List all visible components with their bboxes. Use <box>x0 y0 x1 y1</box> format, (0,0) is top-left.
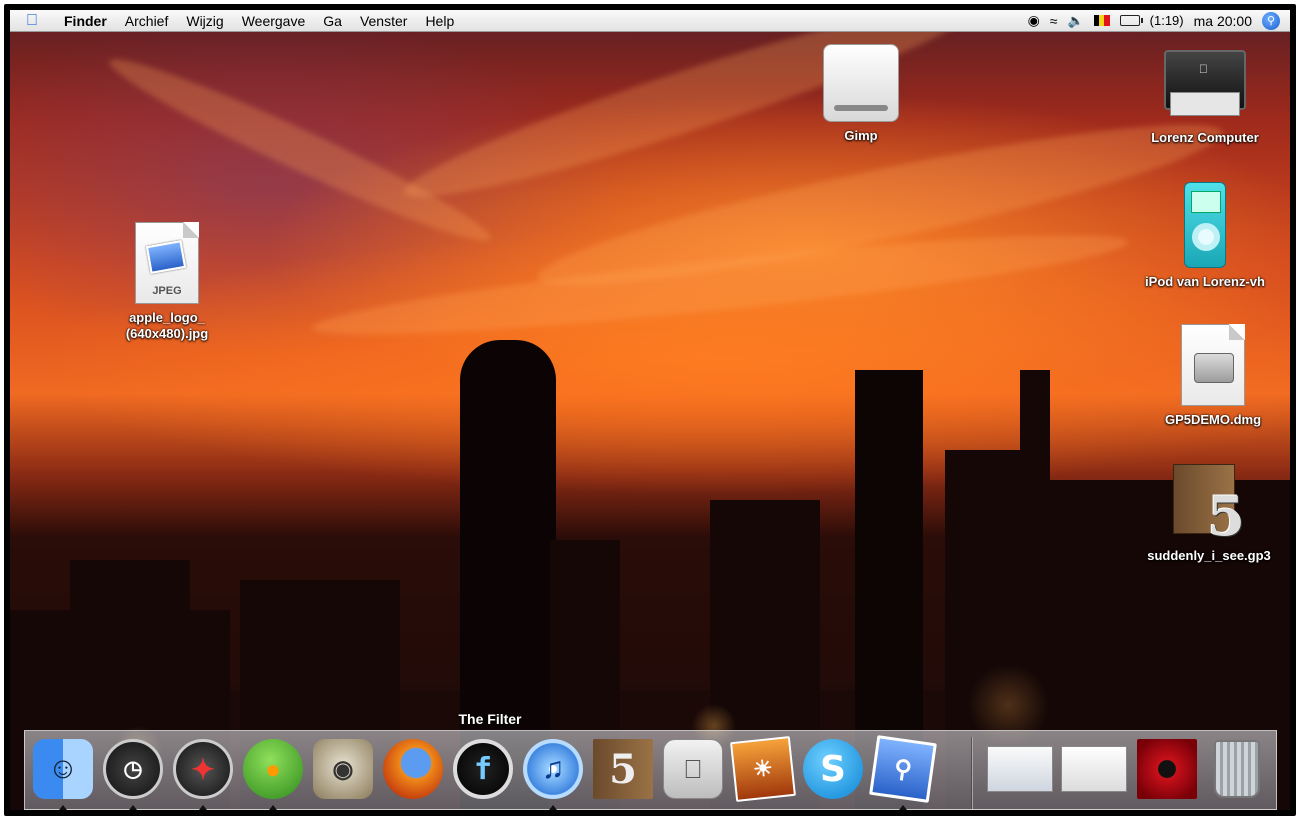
menu-bar:  Finder Archief Wijzig Weergave Ga Vens… <box>10 10 1290 32</box>
dock-item-itunes[interactable]: ♫ <box>521 737 585 810</box>
guitar-pro-icon: 5 <box>593 739 653 799</box>
desktop-icon-gimp[interactable]: Gimp <box>786 44 936 144</box>
trash-icon <box>1214 740 1260 798</box>
dock-item-iphoto[interactable]: ☀ <box>730 736 796 802</box>
dock-minimized-window-2[interactable] <box>1059 737 1129 801</box>
desktop-icon-label: Lorenz Computer <box>1151 130 1259 145</box>
red-artwork-folder-icon <box>1137 739 1197 799</box>
dock-item-finder[interactable]: ☺ <box>31 737 95 810</box>
desktop-icon-label: Gimp <box>844 128 878 143</box>
the-filter-icon: f <box>453 739 513 799</box>
menu-extra-robot-icon[interactable]: ◉ <box>1028 12 1040 29</box>
running-indicator <box>199 805 207 810</box>
desktop-icon-label: suddenly_i_see.gp3 <box>1147 548 1271 563</box>
running-indicator <box>59 805 67 810</box>
dock-item-system-preferences[interactable]:  <box>661 737 725 801</box>
skype-icon: S <box>803 739 863 799</box>
dock-item-preview[interactable]: ⚲ <box>869 735 937 810</box>
dock-item-the-filter[interactable]: f <box>451 737 515 801</box>
desktop-icon-label: iPod van Lorenz-vh <box>1145 274 1265 289</box>
ipod-icon <box>1184 182 1226 268</box>
dock-item-gimp[interactable]: ◉ <box>311 737 375 801</box>
dock-item-safari[interactable]: ✦ <box>171 737 235 810</box>
battery-time[interactable]: (1:19) <box>1150 13 1184 28</box>
adium-duck-icon: ● <box>243 739 303 799</box>
desktop-icon-ipod[interactable]: iPod van Lorenz-vh <box>1130 182 1280 290</box>
jpeg-file-icon: JPEG <box>135 222 199 304</box>
dock-stack-folder[interactable] <box>1135 737 1199 801</box>
desktop-icon-label: GP5DEMO.dmg <box>1164 412 1262 427</box>
finder-icon: ☺ <box>33 739 93 799</box>
gimp-icon: ◉ <box>313 739 373 799</box>
computer-icon:  <box>1164 50 1246 124</box>
volume-icon[interactable]: 🔈 <box>1067 13 1083 29</box>
wifi-icon[interactable]: ≈ <box>1050 13 1058 29</box>
desktop-icon-apple-logo-jpg[interactable]: JPEG apple_logo_ (640x480).jpg <box>92 222 242 342</box>
menu-ga[interactable]: Ga <box>314 13 351 29</box>
dock-tooltip: The Filter <box>458 711 522 727</box>
running-indicator <box>269 805 277 810</box>
menubar-clock[interactable]: ma 20:00 <box>1194 13 1252 29</box>
spotlight-icon[interactable]: ⚲ <box>1262 11 1280 30</box>
menu-help[interactable]: Help <box>416 13 463 29</box>
desktop-icon-gp5demo[interactable]: GP5DEMO.dmg <box>1138 324 1288 428</box>
minimized-window-thumbnail-icon <box>987 746 1053 792</box>
desktop-icon-suddenly-i-see[interactable]: 5 suddenly_i_see.gp3 <box>1134 464 1284 564</box>
dock-item-firefox[interactable] <box>381 737 445 801</box>
preview-icon: ⚲ <box>869 735 937 803</box>
menu-venster[interactable]: Venster <box>351 13 416 29</box>
menu-weergave[interactable]: Weergave <box>233 13 315 29</box>
firefox-icon <box>383 739 443 799</box>
dock-separator <box>971 737 973 809</box>
menu-finder[interactable]: Finder <box>54 13 116 29</box>
external-drive-icon <box>823 44 899 122</box>
system-preferences-icon:  <box>663 739 723 799</box>
dashboard-icon: ◷ <box>103 739 163 799</box>
desktop-icon-lorenz-computer[interactable]:  Lorenz Computer <box>1130 50 1280 146</box>
dock-trash[interactable] <box>1205 737 1269 801</box>
dock-item-guitar-pro[interactable]: 5 <box>591 737 655 801</box>
desktop-icon-label: apple_logo_ (640x480).jpg <box>125 310 209 341</box>
iphoto-icon: ☀ <box>730 736 796 802</box>
running-indicator <box>549 805 557 810</box>
desktop[interactable] <box>10 10 1290 810</box>
running-indicator <box>899 805 907 810</box>
running-indicator <box>129 805 137 810</box>
input-source-flag-icon[interactable] <box>1093 15 1110 26</box>
minimized-window-thumbnail-icon <box>1061 746 1127 792</box>
jpeg-badge: JPEG <box>152 285 182 297</box>
apple-menu-icon[interactable]:  <box>10 12 54 30</box>
menu-archief[interactable]: Archief <box>116 13 178 29</box>
dock-item-adium[interactable]: ● <box>241 737 305 810</box>
dock-minimized-window-1[interactable] <box>985 737 1055 801</box>
safari-icon: ✦ <box>173 739 233 799</box>
guitar-pro-file-icon: 5 <box>1173 464 1245 548</box>
dock: ☺ ◷ ✦ ● ◉ f ♫ 5  ☀ S ⚲ <box>24 730 1277 810</box>
menu-wijzig[interactable]: Wijzig <box>177 13 232 29</box>
battery-icon[interactable] <box>1119 15 1143 26</box>
itunes-icon: ♫ <box>523 739 583 799</box>
dock-item-skype[interactable]: S <box>801 737 865 801</box>
dock-item-dashboard[interactable]: ◷ <box>101 737 165 810</box>
disk-image-icon <box>1181 324 1245 406</box>
